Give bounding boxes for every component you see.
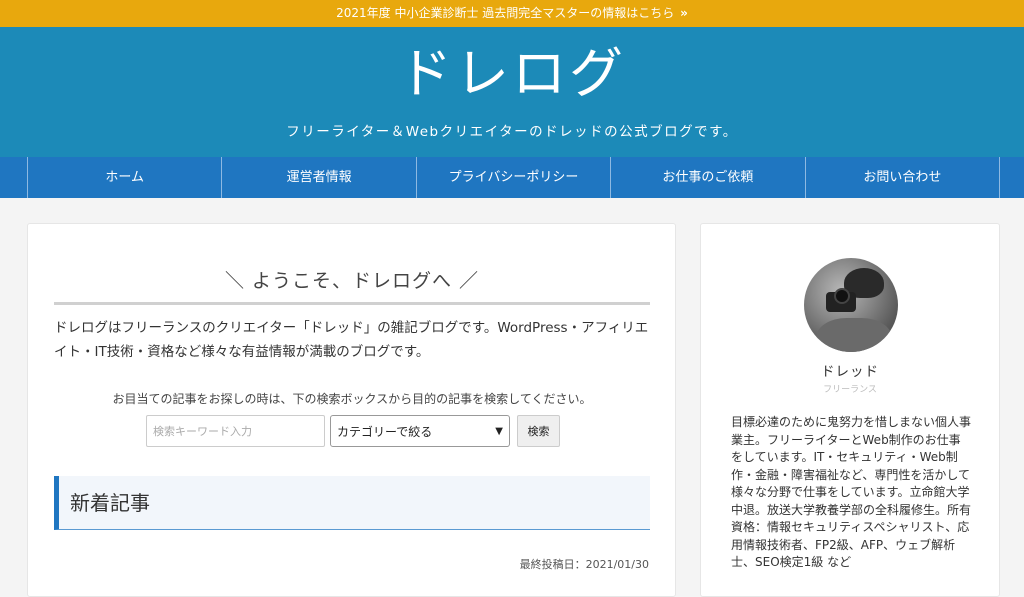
global-nav: ホーム 運営者情報 プライバシーポリシー お仕事のご依頼 お問い合わせ xyxy=(0,157,1024,198)
profile-sidebar: ドレッド フリーランス 目標必達のために鬼努力を惜しまない個人事業主。フリーライ… xyxy=(700,223,1000,597)
profile-name: ドレッド xyxy=(821,364,879,380)
announcement-text[interactable]: 2021年度 中小企業診断士 過去問完全マスターの情報はこちら xyxy=(336,6,674,20)
profile-bio: 目標必達のために鬼努力を惜しまない個人事業主。フリーライターとWeb制作のお仕事… xyxy=(731,415,972,569)
nav-item-operator-info[interactable]: 運営者情報 xyxy=(222,157,417,198)
chevron-down-icon: ▼ xyxy=(495,425,503,437)
avatar xyxy=(804,258,898,352)
search-input[interactable] xyxy=(146,415,325,447)
category-select-value: カテゴリーで絞る xyxy=(337,424,433,439)
search-hint: お目当ての記事をお探しの時は、下の検索ボックスから目的の記事を検索してください。 xyxy=(112,392,592,406)
site-header: ドレログ フリーライター＆Webクリエイターのドレッドの公式ブログです。 xyxy=(0,27,1024,157)
profile-role: フリーランス xyxy=(823,385,877,395)
main-content-card: ＼ ようこそ、ドレログへ ／ ドレログはフリーランスのクリエイター「ドレッド」の… xyxy=(27,223,676,597)
announcement-banner[interactable]: 2021年度 中小企業診断士 過去問完全マスターの情報はこちら » xyxy=(0,0,1024,27)
search-form: カテゴリーで絞る ▼ 検索 xyxy=(146,415,560,447)
double-chevron-right-icon: » xyxy=(680,6,688,20)
section-title: 新着記事 xyxy=(54,476,650,530)
nav-item-contact[interactable]: お問い合わせ xyxy=(806,157,1001,198)
welcome-heading: ＼ ようこそ、ドレログへ ／ xyxy=(54,266,650,305)
search-button[interactable]: 検索 xyxy=(517,415,560,447)
category-select[interactable]: カテゴリーで絞る ▼ xyxy=(330,415,510,447)
post-date: 最終投稿日：2021/01/30 xyxy=(519,558,649,571)
nav-item-home[interactable]: ホーム xyxy=(28,157,223,198)
nav-item-work-request[interactable]: お仕事のご依頼 xyxy=(611,157,806,198)
site-tagline: フリーライター＆Webクリエイターのドレッドの公式ブログです。 xyxy=(286,124,738,140)
intro-text: ドレログはフリーランスのクリエイター「ドレッド」の雑記ブログです。WordPre… xyxy=(54,320,649,360)
nav-item-privacy-policy[interactable]: プライバシーポリシー xyxy=(417,157,612,198)
site-title[interactable]: ドレログ xyxy=(0,39,1024,109)
